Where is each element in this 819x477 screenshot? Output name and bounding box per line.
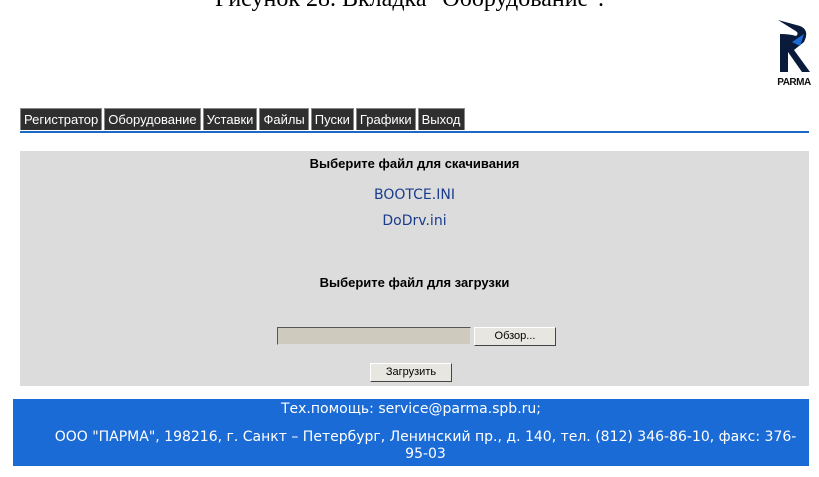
logo-text: PARMA — [777, 77, 811, 88]
upload-heading: Выберите файл для загрузки — [319, 275, 510, 290]
file-link-dodrv[interactable]: DoDrv.ini — [20, 213, 809, 229]
file-link-bootce[interactable]: BOOTCE.INI — [20, 187, 809, 203]
upload-button[interactable]: Загрузить — [370, 363, 452, 382]
parma-logo: PARMA — [770, 20, 818, 88]
support-contact: Тех.помощь: service@parma.spb.ru; — [280, 401, 541, 417]
tab-registrator[interactable]: Регистратор — [20, 108, 103, 130]
download-heading: Выберите файл для скачивания — [309, 156, 520, 171]
files-panel: Выберите файл для скачивания BOOTCE.INI … — [20, 151, 809, 386]
figure-caption: Рисунок 28. Вкладка "Оборудование". — [0, 0, 819, 13]
tab-graphs[interactable]: Графики — [355, 108, 416, 130]
tab-exit[interactable]: Выход — [417, 108, 465, 130]
tab-bar: Регистратор Оборудование Уставки Файлы П… — [20, 108, 465, 131]
parma-logo-icon — [778, 20, 810, 72]
tab-equipment[interactable]: Оборудование — [104, 108, 201, 130]
browse-button[interactable]: Обзор... — [474, 327, 556, 346]
tab-underline — [20, 131, 809, 133]
tab-files[interactable]: Файлы — [259, 108, 309, 130]
company-address: ООО "ПАРМА", 198216, г. Санкт – Петербур… — [54, 429, 797, 462]
footer: Тех.помощь: service@parma.spb.ru; ООО "П… — [13, 399, 809, 466]
tab-settings[interactable]: Уставки — [202, 108, 258, 130]
tab-starts[interactable]: Пуски — [310, 108, 354, 130]
file-path-input[interactable] — [277, 327, 471, 345]
